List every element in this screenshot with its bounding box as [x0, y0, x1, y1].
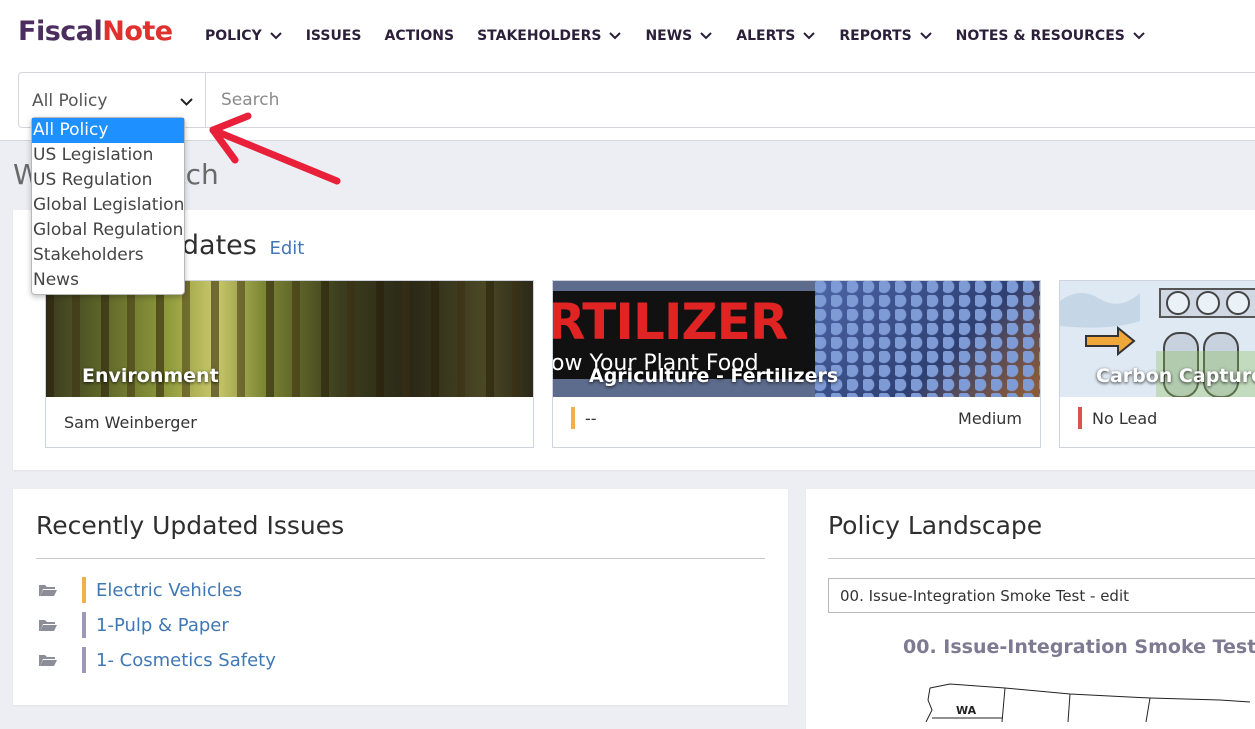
issue-card-environment[interactable]: Environment Sam Weinberger: [45, 280, 534, 448]
issue-card-title: Carbon Capture: [1096, 365, 1255, 387]
issue-lead: --: [585, 409, 597, 428]
nav-stakeholders[interactable]: STAKEHOLDERS: [477, 28, 622, 44]
issue-card-title: Environment: [82, 365, 219, 387]
scope-option-all-policy[interactable]: All Policy: [32, 118, 184, 143]
edit-link[interactable]: Edit: [269, 238, 304, 259]
us-map[interactable]: WA: [920, 680, 1250, 722]
search-input[interactable]: [219, 89, 823, 111]
issue-lead: Sam Weinberger: [64, 413, 197, 432]
scope-option-us-legislation[interactable]: US Legislation: [32, 143, 184, 168]
chevron-down-icon: [919, 32, 932, 40]
chevron-down-icon: [180, 98, 193, 106]
issue-link[interactable]: Electric Vehicles: [96, 580, 242, 601]
issue-link[interactable]: 1- Cosmetics Safety: [96, 650, 276, 671]
status-bar: [82, 647, 86, 673]
scope-option-us-regulation[interactable]: US Regulation: [32, 168, 184, 193]
status-bar: [82, 612, 86, 638]
issue-card-footer: -- Medium: [553, 397, 1040, 447]
search-scope-dropdown: All Policy US Legislation US Regulation …: [31, 117, 185, 295]
folder-icon: [39, 655, 57, 666]
chevron-down-icon: [1133, 32, 1145, 40]
chevron-down-icon: [700, 32, 712, 40]
status-bar: [82, 577, 86, 603]
search-scope-value: All Policy: [32, 91, 108, 111]
issue-card-agriculture-fertilizers[interactable]: RTILIZER ow Your Plant Food Agriculture -…: [552, 280, 1041, 448]
issue-lead: No Lead: [1092, 409, 1158, 428]
top-navigation: FiscalNote POLICY ISSUES ACTIONS STAKEHO…: [0, 0, 1255, 72]
search-bar: All Policy: [0, 72, 1255, 141]
issue-card-footer: Sam Weinberger: [46, 397, 533, 447]
chevron-down-icon: [270, 32, 282, 40]
nav-issues[interactable]: ISSUES: [306, 28, 362, 44]
chevron-down-icon: [803, 32, 816, 40]
priority-bar: [1078, 407, 1082, 429]
scope-option-global-regulation[interactable]: Global Regulation: [32, 218, 184, 243]
list-item[interactable]: 1- Cosmetics Safety: [38, 647, 276, 673]
map-title: 00. Issue-Integration Smoke Test - ed: [903, 636, 1255, 658]
issue-card-carbon-capture[interactable]: Carbon Capture No Lead: [1059, 280, 1255, 448]
list-item[interactable]: 1-Pulp & Paper: [38, 612, 229, 638]
nav-news[interactable]: NEWS: [645, 28, 713, 44]
scope-option-global-legislation[interactable]: Global Legislation: [32, 193, 184, 218]
nav-alerts[interactable]: ALERTS: [736, 28, 816, 44]
priority-bar: [571, 407, 575, 429]
search-field-wrapper: [205, 72, 1255, 128]
issue-card-title: Agriculture - Fertilizers: [589, 365, 839, 387]
issue-link[interactable]: 1-Pulp & Paper: [96, 615, 229, 636]
list-item[interactable]: Electric Vehicles: [38, 577, 242, 603]
state-label-wa: WA: [956, 704, 977, 717]
chevron-down-icon: [609, 32, 622, 40]
nav-actions[interactable]: ACTIONS: [384, 28, 454, 44]
issue-card-footer: No Lead: [1060, 397, 1255, 447]
nav-policy[interactable]: POLICY: [205, 28, 283, 44]
divider: [828, 558, 1255, 559]
recent-issues-title: Recently Updated Issues: [36, 511, 345, 540]
scope-option-news[interactable]: News: [32, 268, 184, 293]
scope-option-stakeholders[interactable]: Stakeholders: [32, 243, 184, 268]
issue-priority: Medium: [958, 409, 1022, 428]
policy-landscape-title: Policy Landscape: [828, 511, 1043, 540]
fiscalnote-logo[interactable]: FiscalNote: [18, 16, 173, 47]
main-menu: POLICY ISSUES ACTIONS STAKEHOLDERS NEWS …: [205, 28, 1169, 44]
divider: [36, 558, 765, 559]
pellets-image: [815, 281, 1040, 397]
folder-icon: [39, 620, 57, 631]
nav-reports[interactable]: REPORTS: [839, 28, 932, 44]
nav-notes-resources[interactable]: NOTES & RESOURCES: [956, 28, 1146, 44]
issue-select[interactable]: 00. Issue-Integration Smoke Test - edit: [828, 578, 1255, 613]
folder-icon: [39, 585, 57, 596]
